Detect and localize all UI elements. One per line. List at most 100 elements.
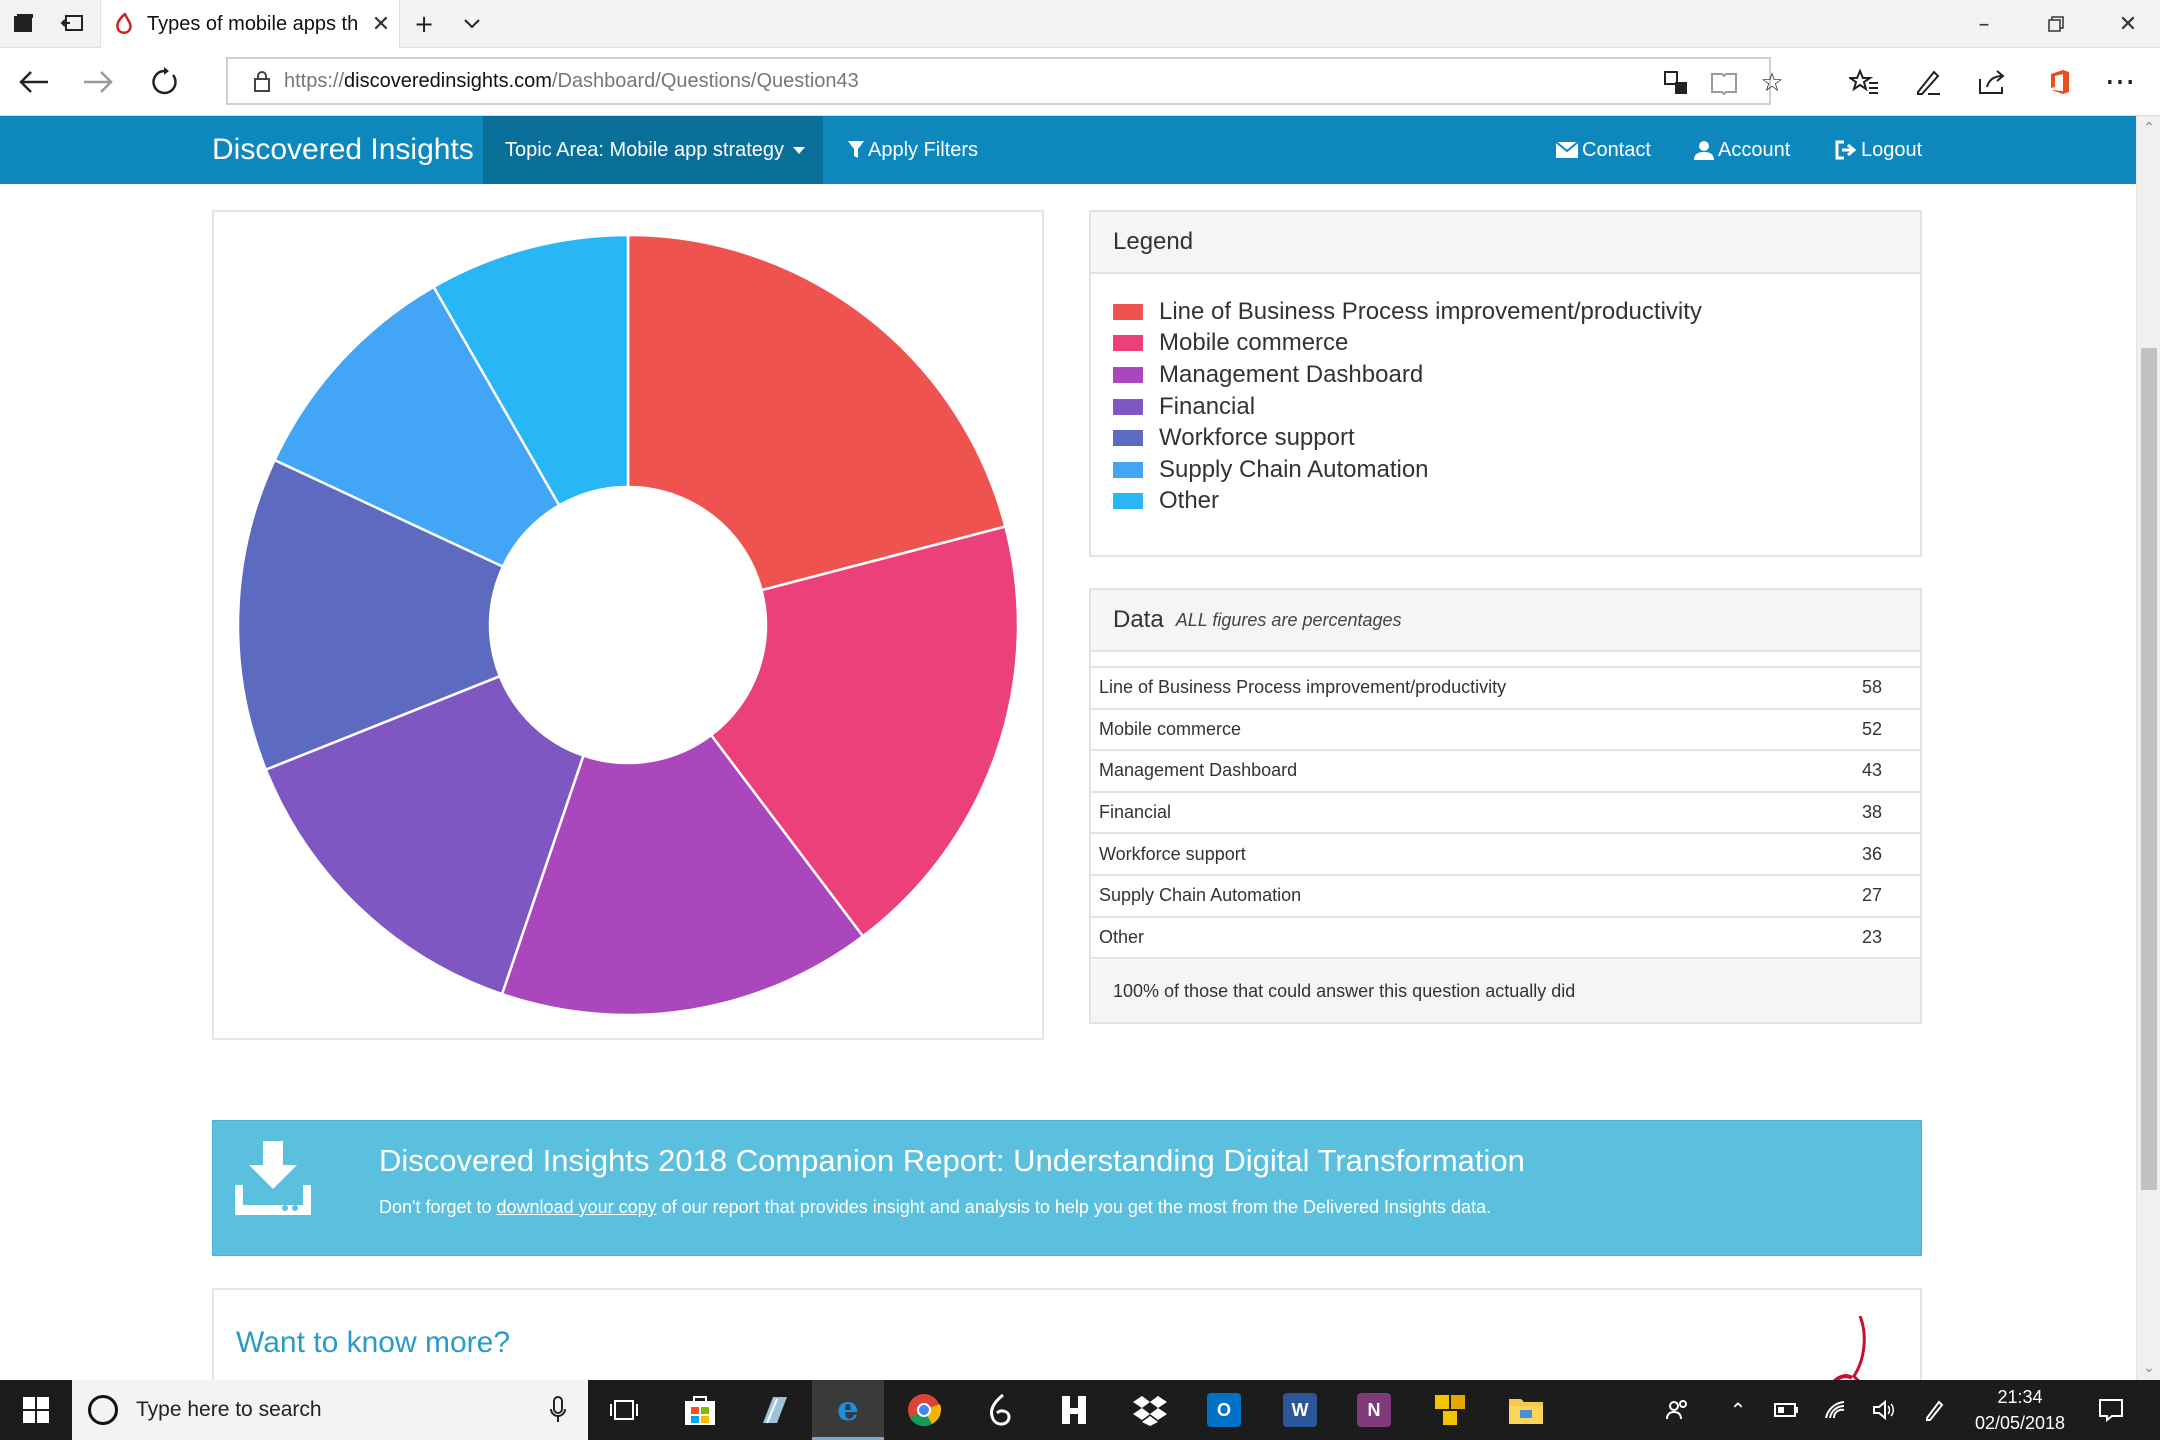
- active-tab[interactable]: Types of mobile apps th ✕: [100, 0, 400, 48]
- onenote-app-icon[interactable]: N: [1338, 1380, 1410, 1440]
- clock-time: 21:34: [1997, 1387, 2043, 1407]
- taskbar-search-placeholder: Type here to search: [136, 1398, 322, 1421]
- row-label: Workforce support: [1091, 832, 1807, 875]
- download-report-link[interactable]: download your copy: [497, 1197, 657, 1217]
- tab-manager-icon[interactable]: [0, 0, 48, 48]
- logout-link[interactable]: Logout: [1835, 116, 1922, 184]
- outlook-app-icon[interactable]: O: [1188, 1380, 1260, 1440]
- share-icon[interactable]: [1960, 48, 2024, 116]
- favorites-hub-icon[interactable]: [1832, 48, 1896, 116]
- people-icon[interactable]: [1660, 1380, 1696, 1440]
- apply-filters-link[interactable]: Apply Filters: [848, 116, 978, 184]
- edge-app-icon[interactable]: e: [812, 1380, 884, 1440]
- row-value: 43: [1806, 749, 1920, 792]
- volume-icon[interactable]: [1866, 1380, 1902, 1440]
- row-label: Financial: [1091, 790, 1807, 834]
- legend-label: Supply Chain Automation: [1159, 455, 1429, 483]
- row-label: Mobile commerce: [1091, 707, 1807, 751]
- row-label: Other: [1091, 915, 1807, 960]
- url-text[interactable]: https://discoveredinsights.com/Dashboard…: [284, 70, 859, 93]
- taskbar-clock[interactable]: 21:34 02/05/2018: [1950, 1384, 2090, 1436]
- back-icon[interactable]: [2, 48, 66, 116]
- show-hidden-icons-icon[interactable]: ⌃: [1720, 1380, 1756, 1440]
- download-icon[interactable]: [233, 1141, 333, 1237]
- tab-preview-chevron-icon[interactable]: [448, 0, 496, 48]
- legend-item: Management Dashboard: [1113, 359, 1920, 391]
- report-banner: Discovered Insights 2018 Companion Repor…: [212, 1120, 1922, 1256]
- topic-area-dropdown[interactable]: Topic Area: Mobile app strategy: [483, 116, 823, 184]
- translate-icon[interactable]: [1654, 59, 1698, 107]
- banner-title: Discovered Insights 2018 Companion Repor…: [379, 1143, 1525, 1178]
- dropbox-app-icon[interactable]: [1114, 1380, 1186, 1440]
- table-row: Financial 38: [1091, 790, 1920, 834]
- refresh-icon[interactable]: [132, 48, 196, 116]
- word-app-icon[interactable]: W: [1264, 1380, 1336, 1440]
- legend-label: Line of Business Process improvement/pro…: [1159, 297, 1702, 325]
- legend-swatch: [1113, 366, 1143, 383]
- address-bar[interactable]: https://discoveredinsights.com/Dashboard…: [226, 57, 1784, 107]
- legend-swatch: [1113, 303, 1143, 320]
- restore-icon[interactable]: [2024, 0, 2088, 48]
- action-center-icon[interactable]: [2090, 1380, 2132, 1440]
- task-view-icon[interactable]: [588, 1380, 660, 1440]
- legend-item: Line of Business Process improvement/pro…: [1113, 296, 1920, 328]
- battery-icon[interactable]: [1768, 1380, 1804, 1440]
- web-note-icon[interactable]: [1896, 48, 1960, 116]
- puzzle-app-icon[interactable]: [1414, 1380, 1486, 1440]
- chrome-app-icon[interactable]: [888, 1380, 960, 1440]
- page-scrollbar[interactable]: ⌃ ⌄: [2136, 116, 2160, 1380]
- forward-icon[interactable]: [66, 48, 130, 116]
- reading-view-icon[interactable]: [1702, 59, 1746, 107]
- logout-icon: [1835, 140, 1857, 160]
- table-row: Workforce support 36: [1091, 832, 1920, 875]
- more-menu-icon[interactable]: ···: [2088, 48, 2152, 116]
- site-header: Discovered Insights Topic Area: Mobile a…: [0, 116, 2136, 184]
- microphone-icon[interactable]: [550, 1396, 566, 1429]
- topic-area-label: Topic Area: Mobile app strategy: [505, 138, 785, 161]
- account-link[interactable]: Account: [1694, 116, 1790, 184]
- row-value: 38: [1806, 790, 1920, 834]
- snip-app-icon[interactable]: [738, 1380, 810, 1440]
- legend-label: Management Dashboard: [1159, 360, 1424, 388]
- store-app-icon[interactable]: [664, 1380, 736, 1440]
- data-table: Line of Business Process improvement/pro…: [1091, 666, 1920, 960]
- scroll-up-icon[interactable]: ⌃: [2137, 116, 2160, 140]
- legend-label: Other: [1159, 487, 1220, 515]
- windows-start-icon[interactable]: [0, 1380, 72, 1440]
- minimize-icon[interactable]: –: [1952, 0, 2016, 48]
- brand-logo-text[interactable]: Discovered Insights: [212, 116, 474, 184]
- new-tab-icon[interactable]: +: [400, 0, 448, 48]
- favorite-star-icon[interactable]: ☆: [1750, 59, 1794, 107]
- wifi-icon[interactable]: [1818, 1380, 1854, 1440]
- user-icon: [1694, 140, 1714, 160]
- pen-workspace-icon[interactable]: [1916, 1380, 1952, 1440]
- set-tabs-aside-icon[interactable]: [48, 0, 96, 48]
- legend-list: Line of Business Process improvement/pro…: [1091, 274, 1920, 517]
- close-window-icon[interactable]: ✕: [2096, 0, 2160, 48]
- pie-slice[interactable]: [626, 233, 1007, 592]
- chart-panel: [212, 210, 1044, 1040]
- legend-swatch: [1113, 335, 1143, 352]
- legend-item: Financial: [1113, 391, 1920, 423]
- office-extension-icon[interactable]: [2028, 48, 2092, 116]
- app-h-icon[interactable]: [1038, 1380, 1110, 1440]
- scroll-down-icon[interactable]: ⌄: [2137, 1356, 2160, 1380]
- file-explorer-icon[interactable]: [1490, 1380, 1562, 1440]
- tab-close-icon[interactable]: ✕: [367, 12, 395, 37]
- row-value: 52: [1806, 707, 1920, 751]
- caret-down-icon: [793, 146, 806, 154]
- data-panel-header: Data ALL figures are percentages: [1091, 590, 1920, 652]
- browser-titlebar: Types of mobile apps th ✕ + – ✕: [0, 0, 2160, 48]
- legend-panel: Legend Line of Business Process improvem…: [1089, 210, 1922, 557]
- contact-link[interactable]: Contact: [1556, 116, 1651, 184]
- legend-item: Workforce support: [1113, 422, 1920, 454]
- lock-icon[interactable]: [242, 70, 282, 92]
- row-label: Management Dashboard: [1091, 749, 1807, 792]
- table-row: Mobile commerce 52: [1091, 707, 1920, 751]
- legend-item: Other: [1113, 486, 1920, 518]
- site-favicon-icon: [115, 13, 133, 35]
- scroll-thumb[interactable]: [2141, 348, 2157, 1190]
- app-swirl-icon[interactable]: [964, 1380, 1036, 1440]
- legend-swatch: [1113, 398, 1143, 415]
- taskbar-search[interactable]: Type here to search: [72, 1380, 588, 1440]
